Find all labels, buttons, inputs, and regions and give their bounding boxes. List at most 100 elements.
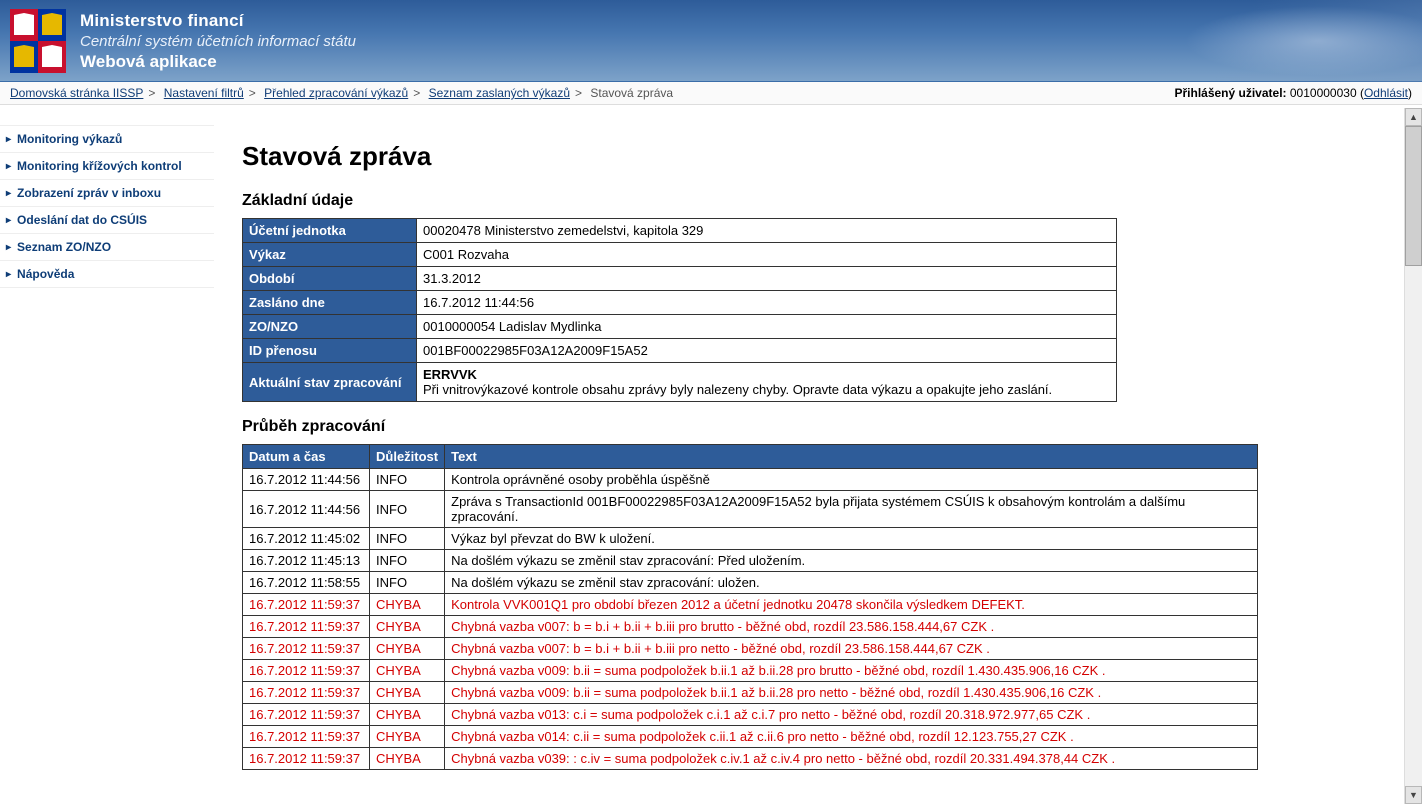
- basic-row: Aktuální stav zpracováníERRVVKPři vnitro…: [243, 363, 1117, 402]
- basic-row-value: 0010000054 Ladislav Mydlinka: [417, 315, 1117, 339]
- log-cell-datetime: 16.7.2012 11:59:37: [243, 748, 370, 770]
- sidebar-item-monitoring-krizovych[interactable]: ▸Monitoring křížových kontrol: [0, 153, 214, 180]
- user-id: 0010000030: [1290, 86, 1357, 100]
- sidebar-item-label: Monitoring výkazů: [17, 132, 122, 146]
- basic-info-table: Účetní jednotka00020478 Ministerstvo zem…: [242, 218, 1117, 402]
- basic-row-value: 00020478 Ministerstvo zemedelstvi, kapit…: [417, 219, 1117, 243]
- log-cell-text: Na došlém výkazu se změnil stav zpracová…: [445, 550, 1258, 572]
- page-title: Stavová zpráva: [242, 141, 1404, 172]
- sidebar-item-odeslani[interactable]: ▸ Odeslání dat do CSÚIS: [0, 207, 214, 234]
- log-cell-severity: CHYBA: [370, 594, 445, 616]
- basic-row-label: ID přenosu: [243, 339, 417, 363]
- app-header: Ministerstvo financí Centrální systém úč…: [0, 0, 1422, 82]
- page-scrollbar[interactable]: ▲ ▼: [1404, 108, 1422, 804]
- log-cell-datetime: 16.7.2012 11:58:55: [243, 572, 370, 594]
- log-cell-severity: CHYBA: [370, 616, 445, 638]
- basic-row: ID přenosu001BF00022985F03A12A2009F15A52: [243, 339, 1117, 363]
- log-cell-datetime: 16.7.2012 11:45:13: [243, 550, 370, 572]
- sidebar-item-seznam-zonzo[interactable]: ▸ Seznam ZO/NZO: [0, 234, 214, 261]
- log-cell-text: Chybná vazba v007: b = b.i + b.ii + b.ii…: [445, 616, 1258, 638]
- log-row: 16.7.2012 11:45:02INFOVýkaz byl převzat …: [243, 528, 1258, 550]
- scroll-down-button[interactable]: ▼: [1405, 786, 1422, 804]
- sidebar-item-label: Nápověda: [17, 267, 74, 281]
- log-row: 16.7.2012 11:59:37CHYBAChybná vazba v009…: [243, 660, 1258, 682]
- section-basic-title: Základní údaje: [242, 192, 1404, 210]
- log-row: 16.7.2012 11:44:56INFOKontrola oprávněné…: [243, 469, 1258, 491]
- log-cell-text: Chybná vazba v007: b = b.i + b.ii + b.ii…: [445, 638, 1258, 660]
- basic-row: Účetní jednotka00020478 Ministerstvo zem…: [243, 219, 1117, 243]
- state-emblem-icon: [10, 9, 66, 73]
- log-header-text: Text: [445, 445, 1258, 469]
- log-cell-severity: INFO: [370, 572, 445, 594]
- scroll-up-button[interactable]: ▲: [1405, 108, 1422, 126]
- log-cell-text: Chybná vazba v013: c.i = suma podpoložek…: [445, 704, 1258, 726]
- basic-row-label: Zasláno dne: [243, 291, 417, 315]
- breadcrumb-link-list[interactable]: Seznam zaslaných výkazů: [429, 86, 570, 100]
- log-cell-text: Chybná vazba v014: c.ii = suma podpolože…: [445, 726, 1258, 748]
- log-cell-text: Chybná vazba v039: : c.iv = suma podpolo…: [445, 748, 1258, 770]
- basic-row: Období31.3.2012: [243, 267, 1117, 291]
- breadcrumb-link-overview[interactable]: Přehled zpracování výkazů: [264, 86, 408, 100]
- log-row: 16.7.2012 11:45:13INFONa došlém výkazu s…: [243, 550, 1258, 572]
- basic-row-value: 16.7.2012 11:44:56: [417, 291, 1117, 315]
- log-cell-datetime: 16.7.2012 11:59:37: [243, 638, 370, 660]
- sidebar-item-inbox[interactable]: ▸Zobrazení zpráv v inboxu: [0, 180, 214, 207]
- log-cell-text: Chybná vazba v009: b.ii = suma podpolože…: [445, 682, 1258, 704]
- basic-row-label: Výkaz: [243, 243, 417, 267]
- basic-row-label: ZO/NZO: [243, 315, 417, 339]
- log-cell-datetime: 16.7.2012 11:59:37: [243, 704, 370, 726]
- logout-link[interactable]: Odhlásit: [1364, 86, 1408, 100]
- log-cell-text: Kontrola VVK001Q1 pro období březen 2012…: [445, 594, 1258, 616]
- basic-row-value: C001 Rozvaha: [417, 243, 1117, 267]
- scroll-thumb[interactable]: [1405, 126, 1422, 266]
- sidebar-item-label: Zobrazení zpráv v inboxu: [17, 186, 161, 200]
- log-cell-severity: INFO: [370, 491, 445, 528]
- log-row: 16.7.2012 11:59:37CHYBAChybná vazba v007…: [243, 616, 1258, 638]
- content: Stavová zpráva Základní údaje Účetní jed…: [214, 105, 1414, 780]
- log-row: 16.7.2012 11:59:37CHYBAChybná vazba v013…: [243, 704, 1258, 726]
- log-cell-severity: CHYBA: [370, 748, 445, 770]
- log-cell-severity: CHYBA: [370, 704, 445, 726]
- log-cell-datetime: 16.7.2012 11:59:37: [243, 616, 370, 638]
- basic-row: ZO/NZO0010000054 Ladislav Mydlinka: [243, 315, 1117, 339]
- basic-row: VýkazC001 Rozvaha: [243, 243, 1117, 267]
- log-cell-severity: CHYBA: [370, 726, 445, 748]
- breadcrumb-bar: Domovská stránka IISSP> Nastavení filtrů…: [0, 82, 1422, 105]
- caret-right-icon: ▸: [6, 269, 11, 280]
- basic-row-label: Účetní jednotka: [243, 219, 417, 243]
- log-row: 16.7.2012 11:59:37CHYBAChybná vazba v007…: [243, 638, 1258, 660]
- log-cell-text: Výkaz byl převzat do BW k uložení.: [445, 528, 1258, 550]
- caret-right-icon: ▸: [6, 242, 11, 253]
- breadcrumb-current: Stavová zpráva: [590, 86, 673, 100]
- basic-row-label: Období: [243, 267, 417, 291]
- breadcrumb-link-home[interactable]: Domovská stránka IISSP: [10, 86, 143, 100]
- log-header-severity: Důležitost: [370, 445, 445, 469]
- basic-row: Zasláno dne16.7.2012 11:44:56: [243, 291, 1117, 315]
- log-row: 16.7.2012 11:59:37CHYBAChybná vazba v009…: [243, 682, 1258, 704]
- basic-row-label: Aktuální stav zpracování: [243, 363, 417, 402]
- header-system: Centrální systém účetních informací stát…: [80, 33, 356, 50]
- header-ministry: Ministerstvo financí: [80, 11, 356, 31]
- breadcrumb-link-filters[interactable]: Nastavení filtrů: [164, 86, 244, 100]
- log-cell-severity: CHYBA: [370, 638, 445, 660]
- log-cell-datetime: 16.7.2012 11:59:37: [243, 682, 370, 704]
- sidebar: ▸Monitoring výkazů ▸Monitoring křížových…: [0, 105, 214, 780]
- log-cell-datetime: 16.7.2012 11:44:56: [243, 469, 370, 491]
- sidebar-item-napoveda[interactable]: ▸ Nápověda: [0, 261, 214, 288]
- processing-log-table: Datum a čas Důležitost Text 16.7.2012 11…: [242, 444, 1258, 770]
- log-cell-text: Kontrola oprávněné osoby proběhla úspěšn…: [445, 469, 1258, 491]
- log-cell-severity: INFO: [370, 469, 445, 491]
- breadcrumb: Domovská stránka IISSP> Nastavení filtrů…: [10, 86, 673, 100]
- log-cell-datetime: 16.7.2012 11:44:56: [243, 491, 370, 528]
- basic-row-value: 001BF00022985F03A12A2009F15A52: [417, 339, 1117, 363]
- log-cell-severity: INFO: [370, 550, 445, 572]
- log-row: 16.7.2012 11:59:37CHYBAChybná vazba v039…: [243, 748, 1258, 770]
- sidebar-item-monitoring-vykazu[interactable]: ▸Monitoring výkazů: [0, 125, 214, 153]
- caret-right-icon: ▸: [6, 215, 11, 226]
- user-label: Přihlášený uživatel:: [1174, 86, 1286, 100]
- log-row: 16.7.2012 11:44:56INFOZpráva s Transacti…: [243, 491, 1258, 528]
- sidebar-item-label: Seznam ZO/NZO: [17, 240, 111, 254]
- sidebar-item-label: Odeslání dat do CSÚIS: [17, 213, 147, 227]
- log-cell-datetime: 16.7.2012 11:45:02: [243, 528, 370, 550]
- log-row: 16.7.2012 11:59:37CHYBAKontrola VVK001Q1…: [243, 594, 1258, 616]
